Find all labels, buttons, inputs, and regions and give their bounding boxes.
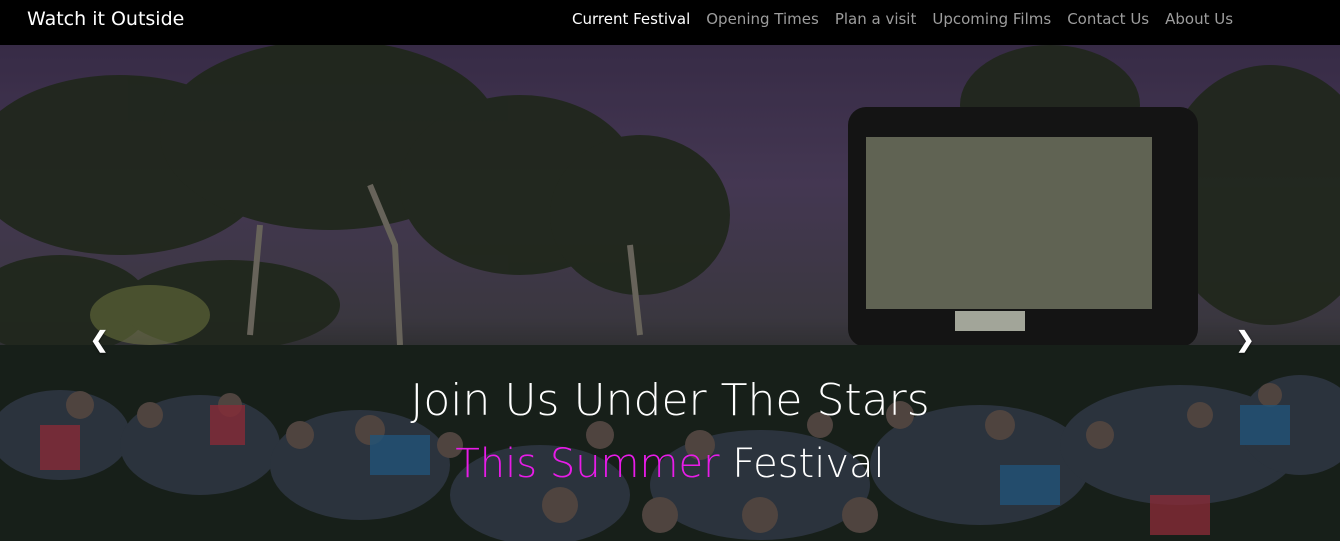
carousel-next-button[interactable]: ❯ <box>1236 327 1254 353</box>
nav-links: Current Festival Opening Times Plan a vi… <box>572 10 1249 28</box>
nav-link-current-festival[interactable]: Current Festival <box>572 10 690 28</box>
hero-subtitle-rest: Festival <box>732 441 885 487</box>
nav-link-about-us[interactable]: About Us <box>1165 10 1233 28</box>
carousel-prev-button[interactable]: ❮ <box>90 327 108 353</box>
hero-subtitle-accent: This Summer <box>455 441 720 487</box>
hero-title: Join Us Under The Stars <box>410 375 930 426</box>
chevron-right-icon: ❯ <box>1236 327 1255 352</box>
nav-link-upcoming-films[interactable]: Upcoming Films <box>932 10 1051 28</box>
chevron-left-icon: ❮ <box>90 327 109 352</box>
brand-link[interactable]: Watch it Outside <box>27 8 184 30</box>
top-navbar: Watch it Outside Current Festival Openin… <box>0 0 1340 45</box>
nav-link-opening-times[interactable]: Opening Times <box>706 10 819 28</box>
hero-subtitle: This Summer Festival <box>0 441 1340 487</box>
nav-link-contact-us[interactable]: Contact Us <box>1067 10 1149 28</box>
nav-link-plan-a-visit[interactable]: Plan a visit <box>835 10 917 28</box>
hero-carousel: ❮ ❯ Join Us Under The Stars This Summer … <box>0 45 1340 541</box>
